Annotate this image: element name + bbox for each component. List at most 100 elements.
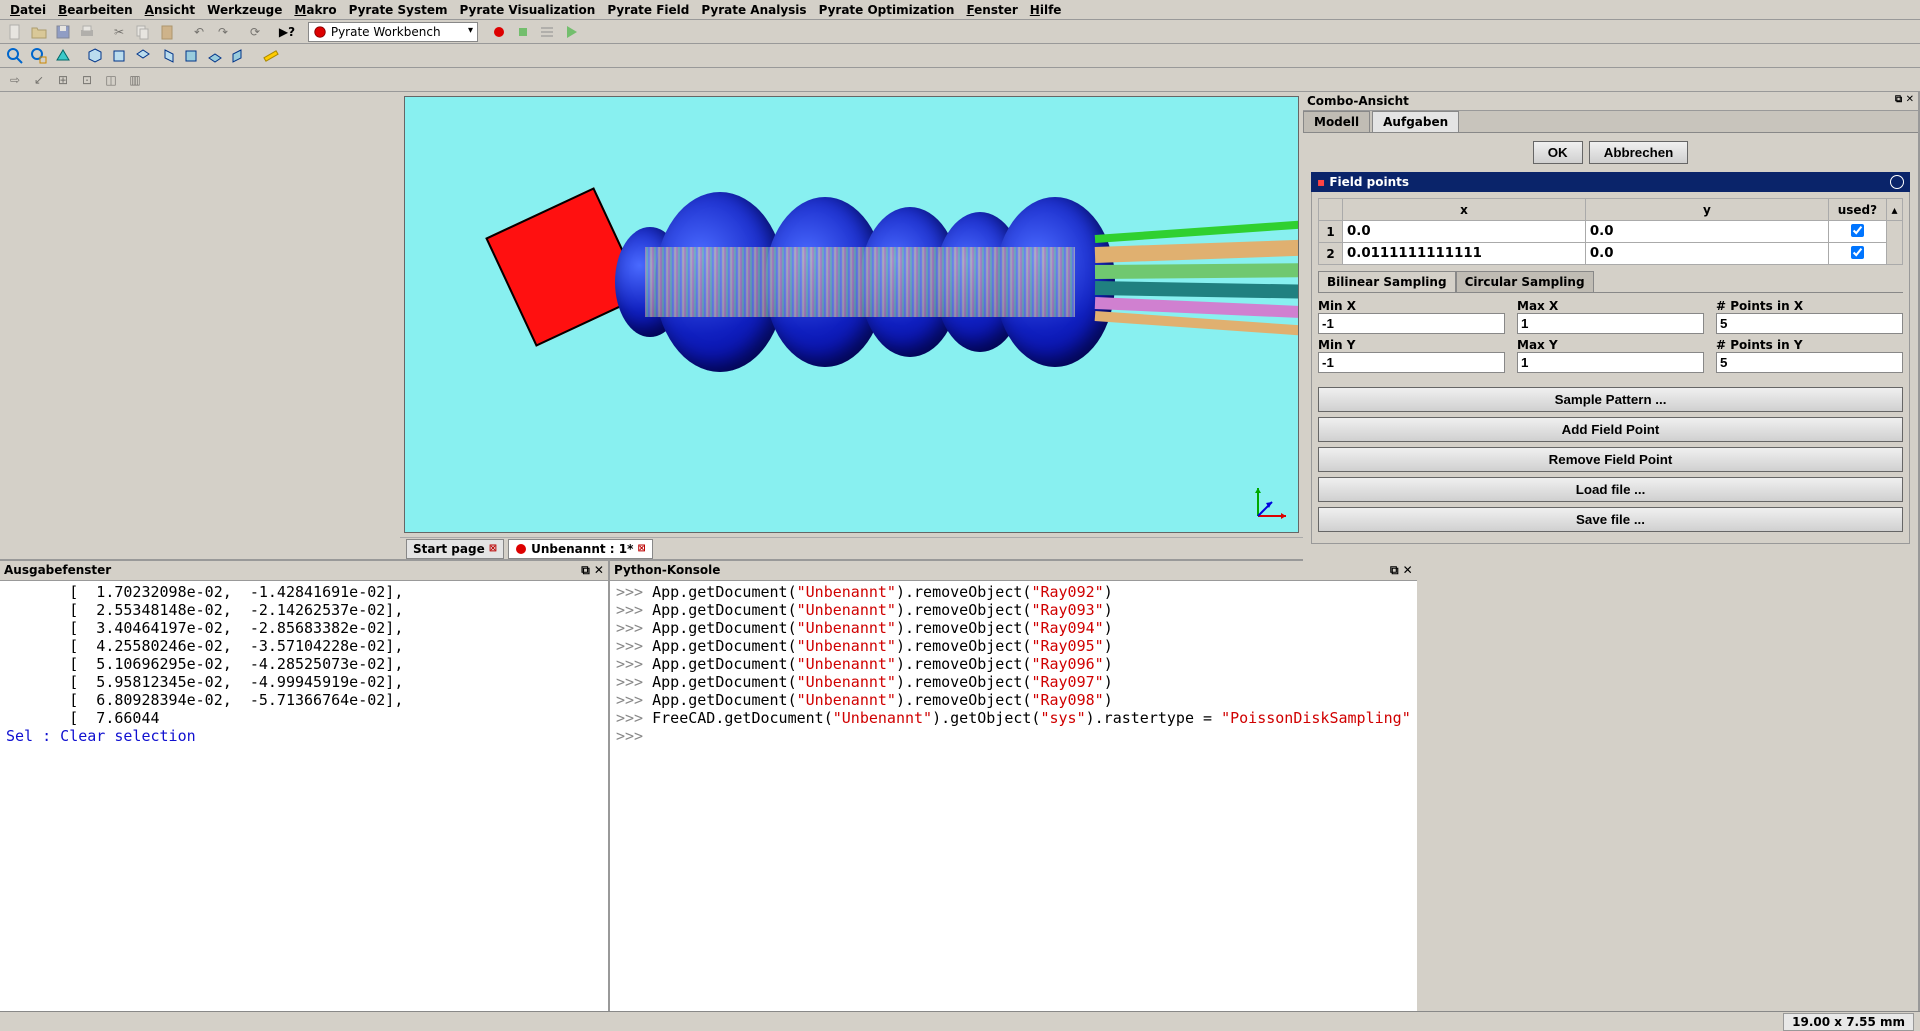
new-icon[interactable] [4,22,26,42]
combo-tabs: Modell Aufgaben [1303,111,1918,133]
pointsy-label: # Points in Y [1716,338,1903,352]
pointsy-input[interactable] [1716,352,1903,373]
view-right-icon[interactable] [156,46,178,66]
col-x[interactable]: x [1343,199,1586,221]
panel-controls[interactable]: ⧉ ✕ [581,563,604,578]
close-icon[interactable]: ⊠ [489,543,497,554]
cell-used-1[interactable] [1851,224,1864,237]
row-header[interactable]: 2 [1319,243,1343,265]
output-title: Ausgabefenster [4,563,111,578]
part-tool-6-icon[interactable]: ▥ [124,70,146,90]
cell-y-1[interactable] [1590,224,1824,239]
menu-pyrate-optimization[interactable]: Pyrate Optimization [813,1,961,19]
tab-model[interactable]: Modell [1303,111,1370,132]
draw-style-icon[interactable] [52,46,74,66]
macro-run-icon[interactable] [560,22,582,42]
scroll-track[interactable] [1887,221,1903,265]
undo-icon[interactable]: ↶ [188,22,210,42]
cell-y-2[interactable] [1590,246,1824,261]
menu-fenster[interactable]: Fenster [960,1,1023,19]
redo-icon[interactable]: ↷ [212,22,234,42]
whatsthis-icon[interactable]: ▶? [276,22,298,42]
document-icon [515,543,527,555]
tab-document[interactable]: Unbenannt : 1* ⊠ [508,539,653,559]
python-console[interactable]: >>> App.getDocument("Unbenannt").removeO… [610,581,1417,1011]
col-y[interactable]: y [1585,199,1828,221]
tab-start-page[interactable]: Start page ⊠ [406,539,504,559]
menu-ansicht[interactable]: Ansicht [139,1,202,19]
ok-button[interactable]: OK [1533,141,1583,164]
document-tabs: Start page ⊠ Unbenannt : 1* ⊠ [400,537,1303,559]
part-tool-4-icon[interactable]: ⊡ [76,70,98,90]
menu-hilfe[interactable]: Hilfe [1024,1,1068,19]
workbench-selector[interactable]: Pyrate Workbench [308,22,478,42]
part-tool-2-icon[interactable]: ↙ [28,70,50,90]
remove-fieldpoint-button[interactable]: Remove Field Point [1318,447,1903,472]
status-bar: 19.00 x 7.55 mm [0,1011,1920,1031]
zoom-selection-icon[interactable] [28,46,50,66]
menu-werkzeuge[interactable]: Werkzeuge [201,1,288,19]
view-iso-icon[interactable] [84,46,106,66]
tab-tasks[interactable]: Aufgaben [1372,111,1459,132]
collapse-icon[interactable] [1890,175,1904,189]
row-header[interactable]: 1 [1319,221,1343,243]
add-fieldpoint-button[interactable]: Add Field Point [1318,417,1903,442]
view-left-icon[interactable] [228,46,250,66]
menu-bearbeiten[interactable]: Bearbeiten [52,1,139,19]
workbench-label: Pyrate Workbench [331,25,441,39]
macro-stop-icon[interactable] [512,22,534,42]
copy-icon[interactable] [132,22,154,42]
part-tool-5-icon[interactable]: ◫ [100,70,122,90]
load-file-button[interactable]: Load file ... [1318,477,1903,502]
cancel-button[interactable]: Abbrechen [1589,141,1689,164]
save-icon[interactable] [52,22,74,42]
sample-pattern-button[interactable]: Sample Pattern ... [1318,387,1903,412]
paste-icon[interactable] [156,22,178,42]
menu-datei[interactable]: Datei [4,1,52,19]
panel-controls[interactable]: ⧉ ✕ [1390,563,1413,578]
macro-record-icon[interactable] [488,22,510,42]
view-bottom-icon[interactable] [204,46,226,66]
3d-viewport[interactable] [404,96,1299,533]
tab-bilinear-sampling[interactable]: Bilinear Sampling [1318,271,1456,292]
fieldpoints-table: x y used? ▴ 1 2 [1318,198,1903,265]
col-used[interactable]: used? [1828,199,1886,221]
macro-list-icon[interactable] [536,22,558,42]
panel-pin-icon[interactable]: ⧉ ✕ [1895,94,1914,108]
view-rear-icon[interactable] [180,46,202,66]
minx-input[interactable] [1318,313,1505,334]
toolbar-part: ⇨ ↙ ⊞ ⊡ ◫ ▥ [0,68,1920,92]
menu-pyrate-analysis[interactable]: Pyrate Analysis [695,1,812,19]
tab-circular-sampling[interactable]: Circular Sampling [1456,271,1594,292]
menu-pyrate-system[interactable]: Pyrate System [343,1,454,19]
cut-icon[interactable]: ✂ [108,22,130,42]
menu-pyrate-visualization[interactable]: Pyrate Visualization [454,1,602,19]
part-tool-3-icon[interactable]: ⊞ [52,70,74,90]
scroll-up-icon[interactable]: ▴ [1887,199,1903,221]
pointsx-input[interactable] [1716,313,1903,334]
zoom-fit-icon[interactable] [4,46,26,66]
save-file-button[interactable]: Save file ... [1318,507,1903,532]
part-tool-1-icon[interactable]: ⇨ [4,70,26,90]
open-icon[interactable] [28,22,50,42]
miny-input[interactable] [1318,352,1505,373]
tab-label: Start page [413,542,485,556]
maxy-input[interactable] [1517,352,1704,373]
close-icon[interactable]: ⊠ [637,543,645,554]
refresh-icon[interactable]: ⟳ [244,22,266,42]
fieldpoints-header[interactable]: ▪ Field points [1311,172,1910,192]
toolbar-view [0,44,1920,68]
cell-x-1[interactable] [1347,224,1581,239]
axis-gizmo-icon [1250,484,1290,524]
menu-pyrate-field[interactable]: Pyrate Field [601,1,695,19]
output-text[interactable]: [ 1.70232098e-02, -1.42841691e-02], [ 2.… [0,581,608,1011]
view-front-icon[interactable] [108,46,130,66]
cell-x-2[interactable] [1347,246,1581,261]
cell-used-2[interactable] [1851,246,1864,259]
measure-icon[interactable] [260,46,282,66]
print-icon[interactable] [76,22,98,42]
menu-makro[interactable]: Makro [288,1,342,19]
maxx-input[interactable] [1517,313,1704,334]
status-coords: 19.00 x 7.55 mm [1783,1013,1914,1031]
view-top-icon[interactable] [132,46,154,66]
